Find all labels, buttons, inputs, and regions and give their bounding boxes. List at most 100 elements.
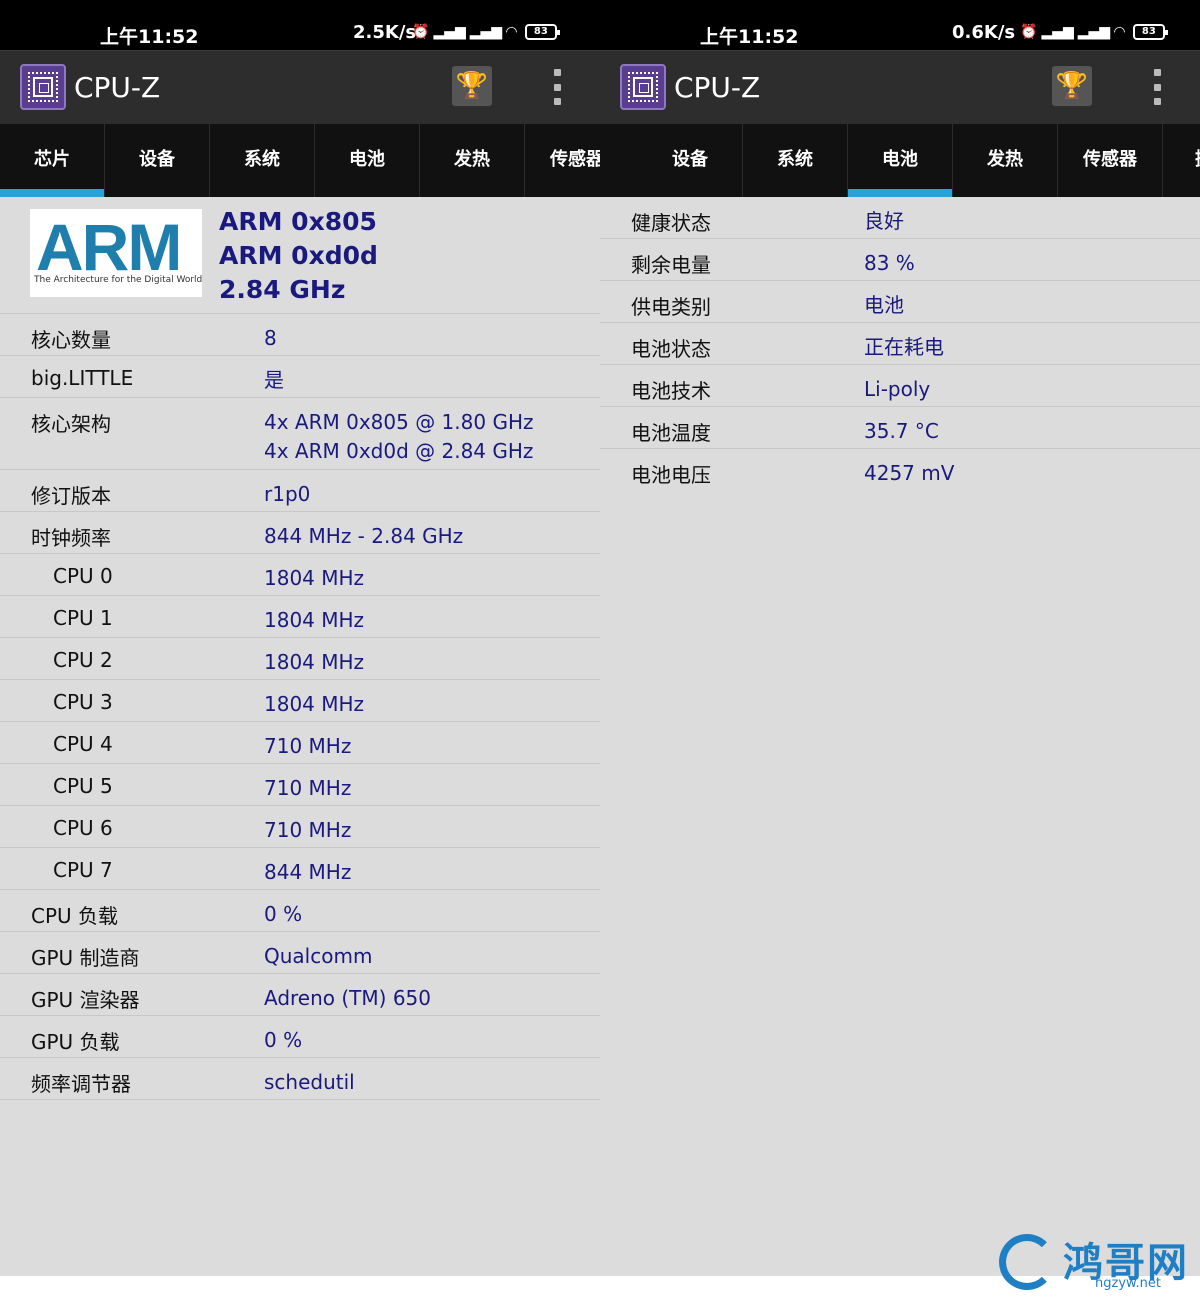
row-value: 4257 mV <box>864 461 955 485</box>
network-rate: 2.5K/s <box>353 22 417 43</box>
app-bar: CPU-Z 🏆 <box>0 50 600 124</box>
row-label: GPU 制造商 <box>31 946 140 970</box>
tab-battery[interactable]: 电池 <box>848 124 953 197</box>
tab-soc[interactable]: 芯片 <box>0 124 105 197</box>
soc-line: 2.84 GHz <box>219 275 346 304</box>
tab-thermal[interactable]: 发热 <box>953 124 1058 197</box>
row-label: CPU 6 <box>53 816 113 840</box>
row-value: 8 <box>264 326 277 350</box>
status-bar: 上午11:52 0.6K/s ⏰ ▂▄▆ ▂▄▆ ◠ 83 <box>600 0 1200 50</box>
row-label: 供电类别 <box>631 295 711 319</box>
soc-header: ARM The Architecture for the Digital Wor… <box>0 197 600 314</box>
arm-logo: ARM The Architecture for the Digital Wor… <box>30 209 202 297</box>
list-item: CPU 7 844 MHz <box>0 848 600 890</box>
row-value: 电池 <box>864 293 904 317</box>
network-rate: 0.6K/s <box>952 22 1016 43</box>
row-value: r1p0 <box>264 482 311 506</box>
row-label: 电池电压 <box>631 463 711 487</box>
soc-line: ARM 0x805 <box>219 207 377 236</box>
list-item: 剩余电量 83 % <box>600 239 1200 281</box>
status-bar: 上午11:52 2.5K/s ⏰ ▂▄▆ ▂▄▆ ◠ 83 <box>0 0 600 50</box>
status-time: 上午11:52 <box>100 26 199 48</box>
trophy-icon[interactable]: 🏆 <box>452 66 492 106</box>
row-label: 电池状态 <box>631 337 711 361</box>
row-label: 时钟频率 <box>31 526 111 550</box>
list-item: 健康状态 良好 <box>600 197 1200 239</box>
row-value: 83 % <box>864 251 915 275</box>
tab-bar: 设备 系统 电池 发热 传感器 摄 <box>600 124 1200 197</box>
row-label: 修订版本 <box>31 484 111 508</box>
row-label: 健康状态 <box>631 211 711 235</box>
list-item: big.LITTLE 是 <box>0 356 600 398</box>
overflow-menu-icon[interactable] <box>1152 69 1162 105</box>
row-value: 良好 <box>864 209 904 233</box>
list-item: 供电类别 电池 <box>600 281 1200 323</box>
tab-sensors[interactable]: 传感器 <box>525 124 600 197</box>
watermark-logo-icon <box>999 1234 1055 1290</box>
row-value: 1804 MHz <box>264 692 365 716</box>
tab-thermal[interactable]: 发热 <box>420 124 525 197</box>
right-screen: 上午11:52 0.6K/s ⏰ ▂▄▆ ▂▄▆ ◠ 83 CPU-Z 🏆 设备… <box>600 0 1200 1276</box>
row-value: Adreno (TM) 650 <box>264 986 431 1010</box>
list-item: 修订版本 r1p0 <box>0 470 600 512</box>
row-label: CPU 4 <box>53 732 113 756</box>
signal-icon: ▂▄▆ <box>433 24 466 40</box>
tab-bar: 芯片 设备 系统 电池 发热 传感器 <box>0 124 600 197</box>
list-item: CPU 3 1804 MHz <box>0 680 600 722</box>
row-value: Qualcomm <box>264 944 373 968</box>
list-item: CPU 1 1804 MHz <box>0 596 600 638</box>
tab-battery[interactable]: 电池 <box>315 124 420 197</box>
tab-system[interactable]: 系统 <box>743 124 848 197</box>
row-value: 1804 MHz <box>264 566 365 590</box>
row-value: 1804 MHz <box>264 608 365 632</box>
trophy-icon[interactable]: 🏆 <box>1052 66 1092 106</box>
cpu-z-logo-icon <box>20 64 66 110</box>
battery-content: 健康状态 良好 剩余电量 83 % 供电类别 电池 电池状态 正在耗电 电池技术… <box>600 197 1200 491</box>
row-label: 核心架构 <box>31 412 111 436</box>
list-item: CPU 6 710 MHz <box>0 806 600 848</box>
row-label: CPU 0 <box>53 564 113 588</box>
watermark-url: hgzyw.net <box>1095 1276 1161 1291</box>
list-item: 电池温度 35.7 °C <box>600 407 1200 449</box>
app-bar: CPU-Z 🏆 <box>600 50 1200 124</box>
row-label: CPU 7 <box>53 858 113 882</box>
alarm-icon: ⏰ <box>1020 24 1038 40</box>
row-label: 核心数量 <box>31 328 111 352</box>
list-item: GPU 渲染器 Adreno (TM) 650 <box>0 974 600 1016</box>
row-value: Li-poly <box>864 377 931 401</box>
tab-device[interactable]: 设备 <box>105 124 210 197</box>
row-value: 0 % <box>264 1028 303 1052</box>
soc-line: ARM 0xd0d <box>219 241 378 270</box>
row-value: 844 MHz <box>264 860 352 884</box>
watermark: 鸿哥网 hgzyw.net <box>995 1230 1195 1296</box>
row-label: 剩余电量 <box>631 253 711 277</box>
status-time: 上午11:52 <box>700 26 799 48</box>
list-item: CPU 0 1804 MHz <box>0 554 600 596</box>
status-icons: ⏰ ▂▄▆ ▂▄▆ ◠ 83 <box>412 24 560 40</box>
wifi-icon: ◠ <box>1114 24 1125 40</box>
row-value: schedutil <box>264 1070 355 1094</box>
tab-system[interactable]: 系统 <box>210 124 315 197</box>
list-item: CPU 5 710 MHz <box>0 764 600 806</box>
list-item: 电池状态 正在耗电 <box>600 323 1200 365</box>
list-item: CPU 负载 0 % <box>0 890 600 932</box>
tab-sensors[interactable]: 传感器 <box>1058 124 1163 197</box>
row-label: CPU 负载 <box>31 904 119 928</box>
alarm-icon: ⏰ <box>412 24 430 40</box>
row-label: big.LITTLE <box>31 366 134 390</box>
list-item: 核心架构 4x ARM 0x805 @ 1.80 GHz 4x ARM 0xd0… <box>0 398 600 470</box>
row-value: 710 MHz <box>264 734 352 758</box>
list-item: CPU 4 710 MHz <box>0 722 600 764</box>
row-value: 是 <box>264 368 284 392</box>
overflow-menu-icon[interactable] <box>552 69 562 105</box>
row-value: 710 MHz <box>264 818 352 842</box>
tab-device[interactable]: 设备 <box>638 124 743 197</box>
wifi-icon: ◠ <box>506 24 517 40</box>
row-value: 4x ARM 0x805 @ 1.80 GHz 4x ARM 0xd0d @ 2… <box>264 410 534 463</box>
soc-summary: ARM 0x805 ARM 0xd0d 2.84 GHz <box>219 205 378 307</box>
list-item: 电池电压 4257 mV <box>600 449 1200 491</box>
row-value: 正在耗电 <box>864 335 944 359</box>
row-value: 0 % <box>264 902 303 926</box>
tab-camera[interactable]: 摄 <box>1163 124 1200 197</box>
app-title: CPU-Z <box>674 71 761 104</box>
